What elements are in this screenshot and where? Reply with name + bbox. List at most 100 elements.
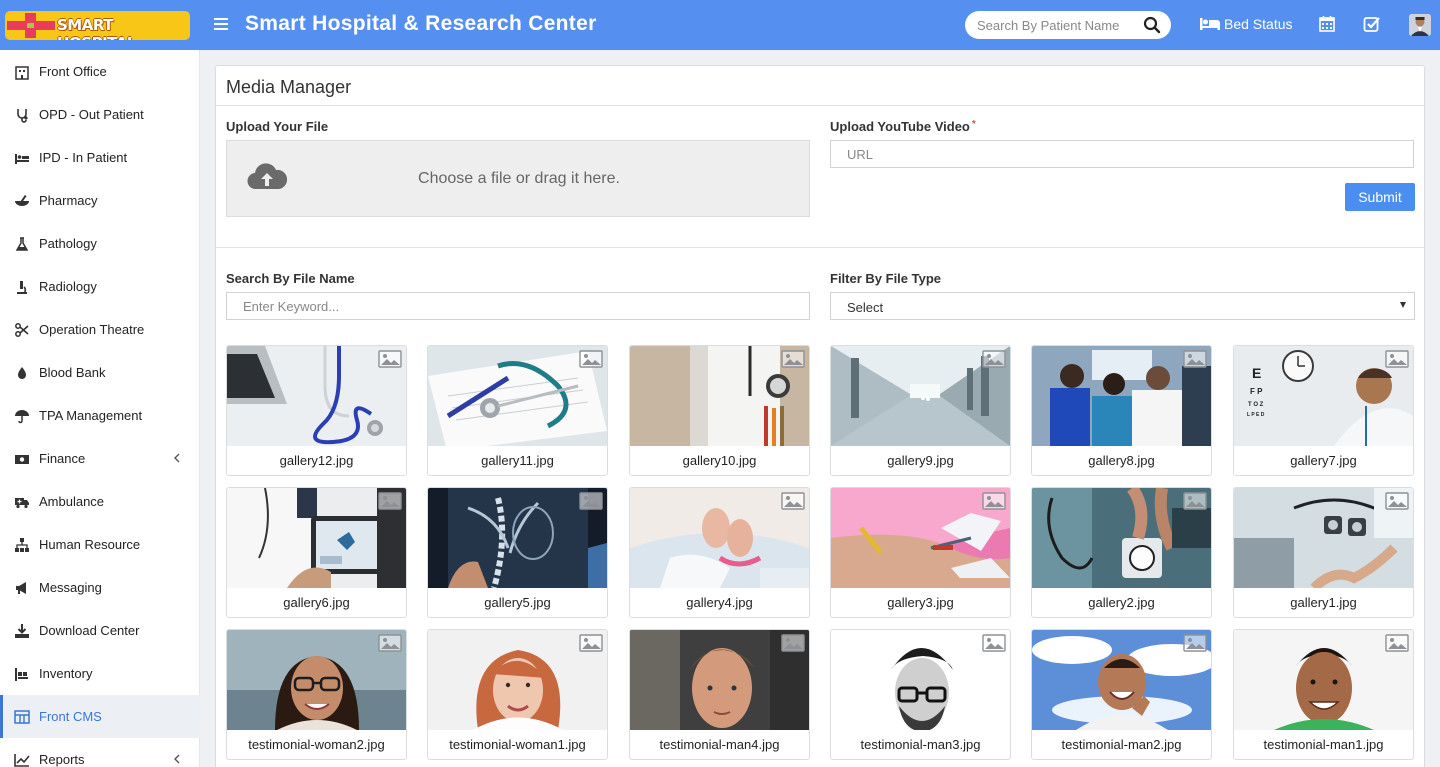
media-tile[interactable]: gallery1.jpg	[1233, 487, 1414, 618]
image-type-icon	[378, 492, 402, 510]
file-type-select-value: Select	[847, 300, 884, 315]
media-thumbnail[interactable]	[1032, 488, 1211, 588]
media-filename: testimonial-woman1.jpg	[449, 737, 586, 752]
image-type-icon	[1183, 492, 1207, 510]
media-tile[interactable]: gallery3.jpg	[830, 487, 1011, 618]
media-tile[interactable]: testimonial-woman1.jpg	[427, 629, 608, 760]
bed-status-button[interactable]: Bed Status	[1200, 16, 1293, 32]
calendar-icon[interactable]	[1318, 15, 1336, 33]
media-thumbnail[interactable]	[227, 346, 406, 446]
media-thumbnail[interactable]	[831, 630, 1010, 730]
patient-search-input[interactable]	[977, 16, 1137, 34]
media-filename: testimonial-man4.jpg	[659, 737, 780, 752]
media-tile[interactable]: testimonial-woman2.jpg	[226, 629, 407, 760]
file-type-select[interactable]: Select	[830, 292, 1415, 320]
sidebar-item-tpa-management[interactable]: TPA Management	[0, 394, 200, 437]
media-tile[interactable]: gallery6.jpg	[226, 487, 407, 618]
umbrella-icon	[15, 409, 29, 423]
sitemap-icon	[15, 537, 29, 552]
media-tile[interactable]: testimonial-man3.jpg	[830, 629, 1011, 760]
sidebar-item-label: Messaging	[39, 580, 102, 595]
search-icon[interactable]	[1143, 16, 1161, 34]
sidebar-item-radiology[interactable]: Radiology	[0, 265, 200, 308]
sidebar-item-front-cms[interactable]: Front CMS	[0, 695, 200, 738]
media-tile[interactable]: gallery4.jpg	[629, 487, 810, 618]
chevron-left-icon	[174, 453, 180, 463]
media-tile[interactable]: E F P T O Z L P E D gallery7.jpg	[1233, 345, 1414, 476]
sidebar-item-finance[interactable]: Finance	[0, 437, 200, 480]
file-search-input[interactable]	[226, 292, 810, 320]
media-tile[interactable]: testimonial-man2.jpg	[1031, 629, 1212, 760]
image-type-icon	[1183, 634, 1207, 652]
media-thumbnail[interactable]	[630, 488, 809, 588]
sidebar-item-label: Inventory	[39, 666, 93, 681]
sidebar-item-label: OPD - Out Patient	[39, 107, 144, 122]
media-filename: gallery6.jpg	[283, 595, 350, 610]
media-tile[interactable]: gallery9.jpg	[830, 345, 1011, 476]
media-tile[interactable]: gallery10.jpg	[629, 345, 810, 476]
media-tile[interactable]: testimonial-man1.jpg	[1233, 629, 1414, 760]
mortar-pestle-icon	[15, 194, 29, 206]
media-filename: gallery3.jpg	[887, 595, 954, 610]
media-tile[interactable]: gallery11.jpg	[427, 345, 608, 476]
media-thumbnail[interactable]	[428, 630, 607, 730]
image-type-icon	[781, 634, 805, 652]
sidebar-item-label: IPD - In Patient	[39, 150, 128, 165]
media-thumbnail[interactable]	[1032, 346, 1211, 446]
image-type-icon	[579, 634, 603, 652]
inventory-icon	[15, 667, 28, 681]
media-filename: gallery11.jpg	[481, 453, 554, 468]
media-filename: gallery8.jpg	[1088, 453, 1155, 468]
sidebar-item-operation-theatre[interactable]: Operation Theatre	[0, 308, 200, 351]
sidebar-item-blood-bank[interactable]: Blood Bank	[0, 351, 200, 394]
media-thumbnail[interactable]	[1234, 488, 1413, 588]
media-thumbnail[interactable]	[227, 488, 406, 588]
sidebar-item-reports[interactable]: Reports	[0, 738, 200, 767]
media-tile[interactable]: gallery5.jpg	[427, 487, 608, 618]
image-type-icon	[579, 492, 603, 510]
sidebar-item-inventory[interactable]: Inventory	[0, 652, 200, 695]
task-check-icon[interactable]	[1363, 15, 1381, 33]
media-tile[interactable]: testimonial-man4.jpg	[629, 629, 810, 760]
media-thumbnail[interactable]: E F P T O Z L P E D	[1234, 346, 1413, 446]
media-thumbnail[interactable]	[1234, 630, 1413, 730]
sidebar-item-download-center[interactable]: Download Center	[0, 609, 200, 652]
media-thumbnail[interactable]	[831, 488, 1010, 588]
media-tile[interactable]: gallery8.jpg	[1031, 345, 1212, 476]
file-dropzone[interactable]: Choose a file or drag it here.	[226, 140, 810, 217]
sidebar-item-opd-out-patient[interactable]: OPD - Out Patient	[0, 93, 200, 136]
youtube-url-input[interactable]	[830, 140, 1414, 168]
media-tile[interactable]: gallery12.jpg	[226, 345, 407, 476]
page-title: Media Manager	[226, 77, 352, 97]
flask-icon	[15, 236, 29, 251]
sidebar-item-front-office[interactable]: Front Office	[0, 50, 200, 93]
image-type-icon	[1385, 492, 1409, 510]
sidebar-item-pathology[interactable]: Pathology	[0, 222, 200, 265]
top-header: SMART HOSPITAL Smart Hospital & Research…	[0, 0, 1440, 50]
sidebar-item-messaging[interactable]: Messaging	[0, 566, 200, 609]
media-thumbnail[interactable]	[428, 488, 607, 588]
media-thumbnail[interactable]	[831, 346, 1010, 446]
media-manager-panel: Media Manager Upload Your File Choose a …	[215, 65, 1425, 767]
media-thumbnail[interactable]	[630, 630, 809, 730]
sidebar-item-ambulance[interactable]: Ambulance	[0, 480, 200, 523]
app-logo[interactable]: SMART HOSPITAL	[5, 11, 190, 40]
submit-button[interactable]: Submit	[1345, 183, 1415, 211]
sidebar-item-human-resource[interactable]: Human Resource	[0, 523, 200, 566]
sidebar-item-ipd-in-patient[interactable]: IPD - In Patient	[0, 136, 200, 179]
stethoscope-icon	[17, 108, 28, 123]
user-avatar[interactable]	[1409, 14, 1431, 36]
media-thumbnail[interactable]	[630, 346, 809, 446]
image-type-icon	[579, 350, 603, 368]
menu-toggle-icon[interactable]	[214, 16, 228, 34]
bed-icon	[1200, 18, 1220, 30]
sidebar-item-label: TPA Management	[39, 408, 143, 423]
sidebar-item-pharmacy[interactable]: Pharmacy	[0, 179, 200, 222]
media-thumbnail[interactable]	[1032, 630, 1211, 730]
media-thumbnail[interactable]	[227, 630, 406, 730]
sidebar-item-label: Front Office	[39, 64, 107, 79]
sidebar-item-label: Download Center	[39, 623, 140, 638]
media-tile[interactable]: gallery2.jpg	[1031, 487, 1212, 618]
cms-icon	[14, 709, 30, 724]
media-thumbnail[interactable]	[428, 346, 607, 446]
